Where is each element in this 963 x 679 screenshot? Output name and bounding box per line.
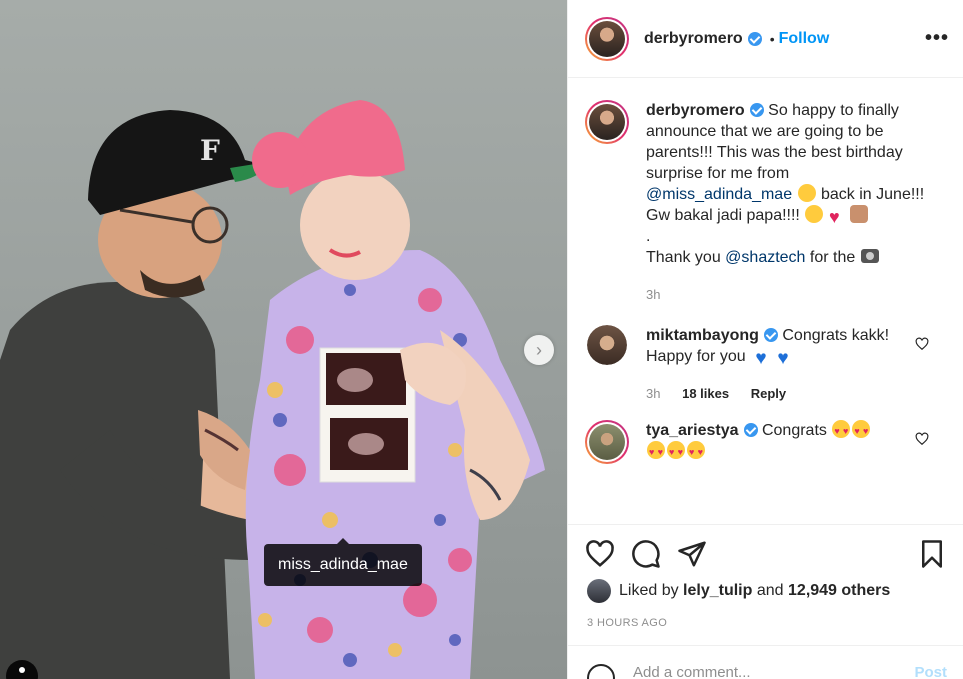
comment-item: miktambayong Congrats kakk! Happy for yo… bbox=[585, 325, 946, 404]
verified-icon bbox=[763, 328, 778, 342]
commenter-avatar[interactable] bbox=[585, 420, 629, 464]
raised-hands-emoji-icon bbox=[849, 205, 868, 223]
blue-heart-emoji-icon: ♥ bbox=[755, 348, 767, 369]
likes-and: and bbox=[756, 582, 784, 599]
caption-text-3: Thank you bbox=[646, 249, 721, 266]
chevron-right-icon: › bbox=[536, 339, 542, 360]
comment-text: Congrats bbox=[761, 422, 827, 439]
camera-emoji-icon bbox=[860, 249, 879, 263]
bookmark-icon[interactable] bbox=[917, 539, 947, 569]
commenter-avatar[interactable] bbox=[587, 325, 627, 365]
caption-username[interactable]: derbyromero bbox=[646, 102, 745, 119]
author-username[interactable]: derbyromero bbox=[644, 30, 743, 48]
mention-link[interactable]: @shaztech bbox=[725, 249, 805, 266]
mention-link[interactable]: @miss_adinda_mae bbox=[646, 186, 792, 203]
caption: derbyromero So happy to finally announce… bbox=[585, 100, 946, 305]
hug-emoji-icon bbox=[805, 205, 824, 223]
photo-user-tag[interactable]: miss_adinda_mae bbox=[264, 538, 422, 586]
likes-others-link[interactable]: 12,949 others bbox=[788, 582, 890, 600]
caption-dot: . bbox=[646, 228, 651, 245]
heart-eyes-emoji-icon bbox=[852, 420, 871, 442]
red-heart-emoji-icon: ♥ bbox=[828, 207, 840, 227]
post-photo[interactable]: F miss_adinda_mae › bbox=[0, 0, 567, 679]
liker-avatar[interactable] bbox=[587, 579, 611, 603]
liker-username[interactable]: lely_tulip bbox=[683, 582, 752, 600]
heart-eyes-emoji-icon bbox=[687, 441, 705, 463]
caption-time[interactable]: 3h bbox=[646, 287, 660, 302]
blue-heart-emoji-icon: ♥ bbox=[777, 348, 789, 369]
share-icon[interactable] bbox=[677, 539, 707, 569]
commenter-username[interactable]: miktambayong bbox=[646, 327, 759, 344]
more-options-icon[interactable]: ••• bbox=[925, 27, 949, 50]
post-actions bbox=[568, 524, 963, 584]
like-heart-icon[interactable] bbox=[585, 539, 615, 569]
commenter-username[interactable]: tya_ariestya bbox=[646, 422, 739, 439]
like-comment-heart-icon[interactable] bbox=[915, 432, 929, 446]
comment-input[interactable]: Add a comment... bbox=[633, 664, 751, 679]
emoji-picker-icon[interactable] bbox=[587, 664, 615, 679]
caption-text-4: for the bbox=[809, 249, 856, 266]
heart-eyes-emoji-icon bbox=[647, 441, 665, 463]
next-photo-button[interactable]: › bbox=[524, 335, 554, 365]
like-comment-heart-icon[interactable] bbox=[915, 337, 929, 351]
smile-emoji-icon bbox=[797, 184, 816, 202]
heart-eyes-emoji-icon bbox=[667, 441, 685, 463]
likes-prefix: Liked by bbox=[619, 582, 679, 599]
verified-icon bbox=[747, 31, 762, 46]
comment-time[interactable]: 3h bbox=[646, 386, 660, 401]
comments-list: derbyromero So happy to finally announce… bbox=[568, 78, 963, 524]
follow-button[interactable]: Follow bbox=[779, 30, 830, 48]
add-comment-bar: Add a comment... Post bbox=[568, 645, 963, 679]
comment-item: tya_ariestya Congrats bbox=[585, 420, 946, 464]
author-avatar[interactable] bbox=[585, 16, 629, 61]
post-timestamp[interactable]: 3 HOURS AGO bbox=[587, 617, 667, 629]
comment-likes[interactable]: 18 likes bbox=[682, 386, 729, 401]
likes-summary: Liked by lely_tulip and 12,949 others bbox=[587, 579, 890, 603]
post-comment-button[interactable]: Post bbox=[914, 664, 947, 679]
heart-eyes-emoji-icon bbox=[832, 420, 851, 442]
reply-button[interactable]: Reply bbox=[751, 386, 786, 401]
verified-icon bbox=[749, 103, 764, 117]
post-header: derbyromero • Follow ••• bbox=[568, 0, 963, 78]
caption-avatar[interactable] bbox=[585, 100, 629, 144]
post-sidebar: derbyromero • Follow ••• derbyromero So … bbox=[567, 0, 963, 679]
separator-dot: • bbox=[769, 30, 775, 47]
comment-icon[interactable] bbox=[631, 539, 661, 569]
verified-icon bbox=[743, 423, 758, 437]
svg-text:F: F bbox=[200, 134, 220, 167]
